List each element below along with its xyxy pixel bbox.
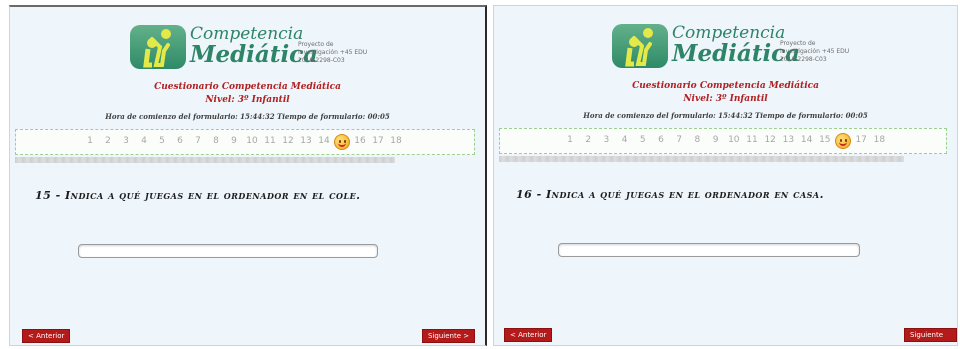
- current-page-smiley-icon: [334, 134, 350, 150]
- questionnaire-title: Cuestionario Competencia Mediática: [632, 81, 819, 91]
- page-number-link[interactable]: 8: [209, 136, 223, 146]
- next-button[interactable]: Siguiente >: [422, 329, 476, 343]
- page-number-link[interactable]: 9: [227, 136, 241, 146]
- previous-button[interactable]: < Anterior: [504, 328, 553, 342]
- pager-shadow: [499, 156, 904, 162]
- page-number-link[interactable]: 11: [263, 136, 277, 146]
- smiley-mouth: [338, 143, 346, 147]
- page-number-link[interactable]: 18: [389, 136, 403, 146]
- page-number-link[interactable]: 14: [800, 135, 814, 145]
- page-number-link[interactable]: 4: [137, 136, 151, 146]
- questionnaire-panel-right: Competencia Mediática Proyecto de Invest…: [493, 5, 958, 346]
- smiley-mouth: [839, 142, 847, 146]
- page-number-link[interactable]: 16: [353, 136, 367, 146]
- page-number-link[interactable]: 5: [636, 135, 650, 145]
- page-number-link[interactable]: 7: [672, 135, 686, 145]
- questionnaire-title: Cuestionario Competencia Mediática: [154, 82, 341, 92]
- questionnaire-panel-left: Competencia Mediática Proyecto de Invest…: [9, 5, 487, 346]
- answer-input[interactable]: [558, 243, 860, 257]
- page-number-link[interactable]: 3: [119, 136, 133, 146]
- page-number-link[interactable]: 18: [872, 135, 886, 145]
- child-figure-icon: [130, 25, 186, 69]
- child-figure-icon: [612, 24, 668, 68]
- question-text: 16 - Indica a qué juegas en el ordenador…: [516, 188, 824, 201]
- page-navigator: 1 2 3 4 5 6 7 8 9 10 11 12 13 14 16 17 18: [15, 129, 475, 155]
- level-label: Nivel: 3º Infantil: [205, 95, 290, 105]
- page-number-link[interactable]: 6: [654, 135, 668, 145]
- page-number-link[interactable]: 1: [563, 135, 577, 145]
- logo-subtitle: Proyecto de Investigación +45 EDU 2010-2…: [780, 40, 850, 63]
- page-number-link[interactable]: 10: [245, 136, 259, 146]
- time-info: Hora de comienzo del formulario: 15:44:3…: [583, 111, 868, 120]
- page-number-link[interactable]: 15: [818, 135, 832, 145]
- logo-subtitle: Proyecto de Investigación +45 EDU 2010-2…: [298, 41, 368, 64]
- pager-shadow: [15, 157, 395, 163]
- page-number-link[interactable]: 7: [191, 136, 205, 146]
- page-number-link[interactable]: 8: [690, 135, 704, 145]
- question-text: 15 - Indica a qué juegas en el ordenador…: [35, 189, 361, 202]
- page-number-link[interactable]: 1: [83, 136, 97, 146]
- page-number-link[interactable]: 10: [727, 135, 741, 145]
- previous-button[interactable]: < Anterior: [22, 329, 71, 343]
- level-label: Nivel: 3º Infantil: [683, 94, 768, 104]
- answer-input[interactable]: [78, 244, 378, 258]
- page-number-link[interactable]: 5: [155, 136, 169, 146]
- next-button[interactable]: Siguiente >: [904, 328, 957, 345]
- page-number-link[interactable]: 3: [599, 135, 613, 145]
- page-number-link[interactable]: 2: [581, 135, 595, 145]
- page-number-link[interactable]: 17: [371, 136, 385, 146]
- page-number-link[interactable]: 13: [781, 135, 795, 145]
- page-number-link[interactable]: 2: [101, 136, 115, 146]
- page-number-link[interactable]: 14: [317, 136, 331, 146]
- time-info: Hora de comienzo del formulario: 15:44:3…: [105, 112, 390, 121]
- page-number-link[interactable]: 11: [745, 135, 759, 145]
- page-number-link[interactable]: 13: [299, 136, 313, 146]
- page-number-link[interactable]: 12: [763, 135, 777, 145]
- page-navigator: 1 2 3 4 5 6 7 8 9 10 11 12 13 14 15 17 18: [499, 128, 947, 154]
- page-number-link[interactable]: 12: [281, 136, 295, 146]
- page-number-link[interactable]: 9: [709, 135, 723, 145]
- page-number-link[interactable]: 4: [618, 135, 632, 145]
- page-number-link[interactable]: 6: [173, 136, 187, 146]
- page-number-link[interactable]: 17: [854, 135, 868, 145]
- competencia-mediatica-logo: Competencia Mediática Proyecto de Invest…: [612, 20, 862, 70]
- current-page-smiley-icon: [835, 133, 851, 149]
- competencia-mediatica-logo: Competencia Mediática Proyecto de Invest…: [130, 21, 380, 71]
